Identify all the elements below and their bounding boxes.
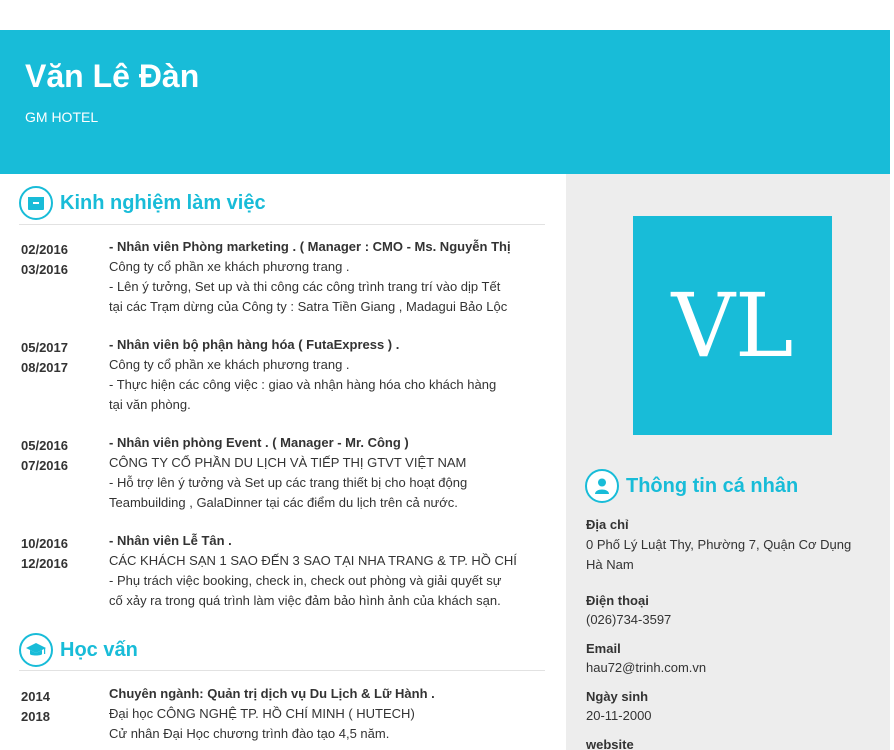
section-title-experience: Kinh nghiệm làm việc [60, 191, 266, 214]
job-description-line: tại các Trạm dừng của Công ty : Satra Ti… [109, 299, 508, 314]
job-description-line: Teambuilding , GalaDinner tại các điểm d… [109, 495, 458, 510]
job-title: - Nhân viên phòng Event . ( Manager - Mr… [109, 435, 409, 450]
phone-value: (026)734-3597 [586, 612, 672, 627]
section-divider [19, 670, 545, 671]
avatar: VL [633, 216, 832, 435]
degree: Cử nhân Đại Học chương trình đào tạo 4,5… [109, 726, 390, 741]
job-description-line: - Thực hiện các công việc : giao và nhận… [109, 377, 497, 392]
entry-content: - Nhân viên phòng Event . ( Manager - Mr… [109, 433, 549, 513]
employer: CÁC KHÁCH SẠN 1 SAO ĐẾN 3 SAO TẠI NHA TR… [109, 553, 517, 568]
dob-label: Ngày sinh [586, 689, 649, 704]
section-heading-personal: Thông tin cá nhân [585, 469, 798, 503]
start-date: 05/2017 [21, 340, 68, 355]
job-description-line: tại văn phòng. [109, 397, 191, 412]
section-title-personal: Thông tin cá nhân [626, 474, 799, 497]
address-label: Địa chỉ [586, 517, 629, 532]
section-heading-experience: Kinh nghiệm làm việc [19, 186, 266, 220]
email-label: Email [586, 641, 621, 656]
end-year: 2018 [21, 709, 50, 724]
website-label: website [586, 737, 634, 750]
candidate-name: Văn Lê Đàn [25, 58, 200, 94]
job-description-line: - Hỗ trợ lên ý tưởng và Set up các trang… [109, 475, 468, 490]
job-description-line: - Lên ý tưởng, Set up và thi công các cô… [109, 279, 501, 294]
email-value: hau72@trinh.com.vn [586, 660, 707, 675]
end-date: 07/2016 [21, 458, 68, 473]
graduation-cap-icon [19, 633, 53, 667]
entry-content: Chuyên ngành: Quản trị dịch vụ Du Lịch &… [109, 684, 549, 744]
end-date: 12/2016 [21, 556, 68, 571]
dob-value: 20-11-2000 [586, 708, 652, 723]
employer: CÔNG TY CỔ PHẦN DU LỊCH VÀ TIẾP THỊ GTVT… [109, 455, 467, 470]
section-divider [19, 224, 545, 225]
entry-dates: 2014 2018 [21, 687, 91, 727]
start-date: 10/2016 [21, 536, 68, 551]
entry-dates: 05/2016 07/2016 [21, 436, 91, 476]
address-value: 0 Phố Lý Luật Thy, Phường 7, Quận Cơ Dụn… [586, 535, 886, 575]
section-title-education: Học vấn [60, 638, 138, 661]
entry-content: - Nhân viên bộ phận hàng hóa ( FutaExpre… [109, 335, 549, 415]
end-date: 08/2017 [21, 360, 68, 375]
end-date: 03/2016 [21, 262, 68, 277]
section-heading-education: Học vấn [19, 633, 138, 667]
entry-content: - Nhân viên Lễ Tân . CÁC KHÁCH SẠN 1 SAO… [109, 531, 549, 611]
job-title: - Nhân viên Lễ Tân . [109, 533, 232, 548]
start-year: 2014 [21, 689, 50, 704]
job-title: - Nhân viên bộ phận hàng hóa ( FutaExpre… [109, 337, 400, 352]
address-line-1: 0 Phố Lý Luật Thy, Phường 7, Quận Cơ Dụn… [586, 537, 852, 552]
major: Chuyên ngành: Quản trị dịch vụ Du Lịch &… [109, 686, 435, 701]
personal-sidebar: VL Thông tin cá nhân Địa chỉ 0 Phố Lý Lu… [566, 174, 890, 750]
entry-dates: 02/2016 03/2016 [21, 240, 91, 280]
address-line-2: Hà Nam [586, 557, 634, 572]
phone-label: Điện thoại [586, 593, 649, 608]
entry-dates: 10/2016 12/2016 [21, 534, 91, 574]
entry-content: - Nhân viên Phòng marketing . ( Manager … [109, 237, 549, 317]
job-description-line: cố xảy ra trong quá trình làm việc đảm b… [109, 593, 501, 608]
briefcase-icon [19, 186, 53, 220]
job-description-line: - Phụ trách việc booking, check in, chec… [109, 573, 502, 588]
start-date: 05/2016 [21, 438, 68, 453]
school: Đại học CÔNG NGHỆ TP. HỒ CHÍ MINH ( HUTE… [109, 706, 415, 721]
current-company: GM HOTEL [25, 109, 99, 125]
header-banner: Văn Lê Đàn GM HOTEL [0, 30, 890, 174]
job-title: - Nhân viên Phòng marketing . ( Manager … [109, 239, 511, 254]
user-icon [585, 469, 619, 503]
employer: Công ty cổ phần xe khách phương trang . [109, 357, 350, 372]
employer: Công ty cổ phần xe khách phương trang . [109, 259, 350, 274]
start-date: 02/2016 [21, 242, 68, 257]
entry-dates: 05/2017 08/2017 [21, 338, 91, 378]
